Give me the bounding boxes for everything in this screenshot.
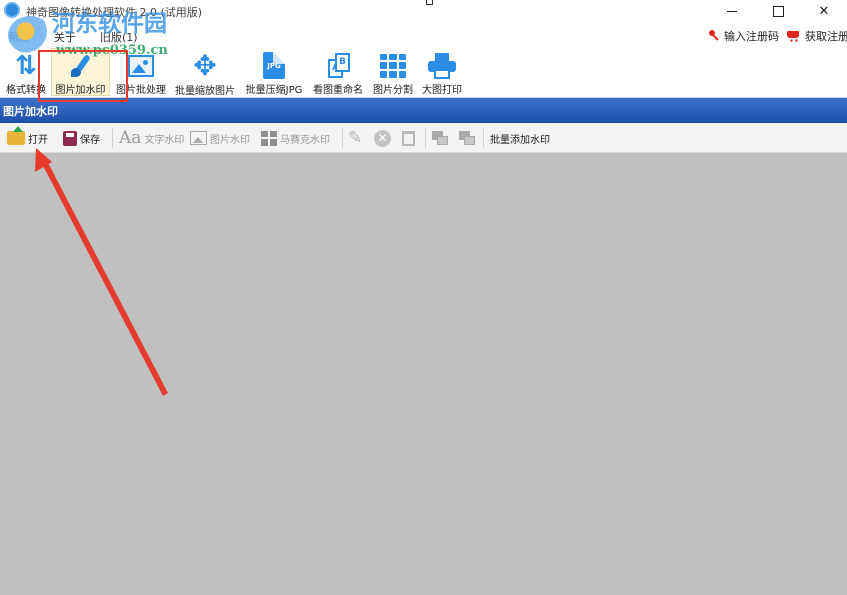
annotation-arrow	[35, 148, 168, 396]
